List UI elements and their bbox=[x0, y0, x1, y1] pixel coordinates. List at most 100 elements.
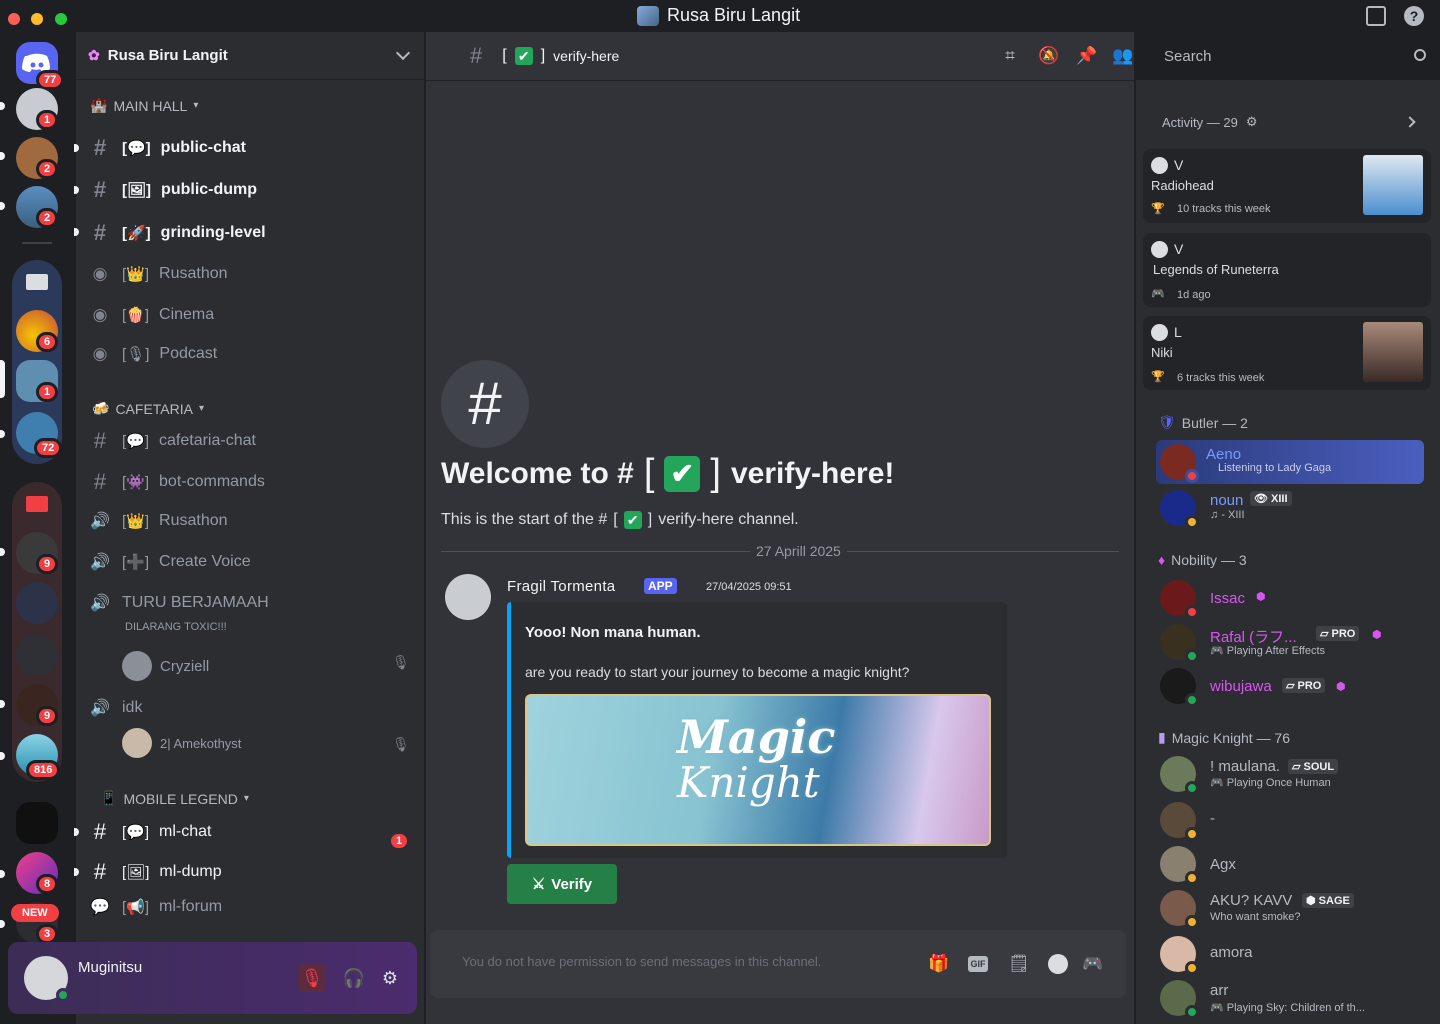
activity-card[interactable]: L Niki 🏆 6 tracks this week bbox=[1143, 316, 1431, 390]
activity-card[interactable]: V Radiohead 🏆 10 tracks this week bbox=[1143, 149, 1431, 223]
zoom-window-button[interactable] bbox=[55, 13, 67, 25]
server-avatar[interactable]: 2 bbox=[16, 186, 59, 228]
server-avatar[interactable]: 816 bbox=[16, 734, 61, 780]
composer-placeholder: You do not have permission to send messa… bbox=[462, 954, 822, 969]
message-timestamp: 27/04/2025 09:51 bbox=[706, 581, 792, 593]
category-mobile-legend[interactable]: 📱 MOBILE LEGEND ▾ bbox=[100, 790, 249, 807]
mute-microphone-button[interactable]: 🎙 bbox=[298, 964, 326, 992]
server-icon bbox=[637, 5, 659, 26]
channel-public-dump[interactable]: # [🖼] public-dump bbox=[88, 172, 418, 208]
chevron-down-icon[interactable] bbox=[395, 45, 411, 61]
member-arr[interactable]: arr 🎮 Playing Sky: Children of th... bbox=[1160, 976, 1432, 1020]
server-avatar[interactable]: 8 bbox=[16, 852, 59, 894]
idle-status-icon bbox=[1185, 515, 1199, 529]
dnd-status-icon bbox=[1185, 469, 1199, 483]
member-maulana[interactable]: ! maulana. ▱ SOUL 🎮 Playing Once Human bbox=[1160, 752, 1432, 796]
pin-icon[interactable]: 📌 bbox=[1076, 46, 1097, 66]
close-window-button[interactable] bbox=[8, 13, 20, 25]
server-avatar[interactable]: 9 bbox=[16, 684, 59, 726]
member-akukavv[interactable]: AKU? KAVV ⬢ SAGE Who want smoke? bbox=[1160, 886, 1432, 930]
member-agx[interactable]: Agx bbox=[1160, 842, 1432, 886]
window-title: Rusa Biru Langit bbox=[637, 5, 800, 26]
diamond-icon: ♦ bbox=[1158, 552, 1166, 568]
member-list-icon[interactable]: 👥 bbox=[1112, 46, 1133, 66]
home-button[interactable]: 77 bbox=[16, 42, 65, 90]
online-status-icon bbox=[1185, 781, 1199, 795]
channel-cafetaria-chat[interactable]: # [💬] cafetaria-chat bbox=[88, 423, 418, 459]
channel-create-voice[interactable]: 🔊 [➕] Create Voice bbox=[88, 544, 418, 580]
server-avatar[interactable]: 9 bbox=[16, 532, 59, 574]
username[interactable]: Muginitsu bbox=[78, 959, 142, 976]
gear-icon[interactable]: ⚙ bbox=[1246, 114, 1258, 130]
gif-icon[interactable]: GIF bbox=[968, 956, 988, 972]
server-avatar[interactable]: 2 bbox=[16, 137, 59, 179]
voice-user[interactable]: Cryziell bbox=[122, 651, 209, 681]
member-rafal[interactable]: Rafal (ラフ... ▱ PRO ⬢ 🎮 Playing After Eff… bbox=[1160, 620, 1432, 664]
member-noun[interactable]: noun 👁 XIII ♫ - XIII bbox=[1160, 486, 1432, 530]
unread-indicator bbox=[74, 186, 79, 194]
forum-icon: 💬 bbox=[90, 899, 110, 916]
category-cafetaria[interactable]: 🍻 CAFETARIA ▾ bbox=[92, 400, 204, 417]
text-channel-icon: # bbox=[93, 859, 107, 884]
inbox-icon[interactable] bbox=[1366, 6, 1386, 26]
emoji-icon[interactable] bbox=[1048, 954, 1068, 974]
speaker-icon: 🔊 bbox=[90, 595, 110, 612]
chevron-right-icon[interactable] bbox=[1404, 116, 1416, 128]
server-avatar[interactable]: 1 bbox=[16, 360, 59, 402]
member-amora[interactable]: amora bbox=[1160, 932, 1432, 976]
voice-user[interactable]: 2| Amekothyst bbox=[122, 728, 241, 758]
channel-turu-berjamaah[interactable]: 🔊 TURU BERJAMAAH bbox=[88, 585, 418, 621]
activity-card[interactable]: V Legends of Runeterra 🎮 1d ago bbox=[1143, 233, 1431, 307]
server-header[interactable]: ✿ Rusa Biru Langit bbox=[76, 32, 424, 80]
gift-icon[interactable]: 🎁 bbox=[928, 954, 949, 974]
channel-idk[interactable]: 🔊 idk bbox=[88, 690, 418, 726]
channel-bot-commands[interactable]: # [👾] bot-commands bbox=[88, 464, 418, 500]
channel-rusathon-stage[interactable]: ◉ [👑] Rusathon bbox=[88, 256, 418, 292]
threads-icon[interactable]: ⌗ bbox=[1000, 46, 1020, 66]
channel-ml-forum[interactable]: 💬 [📢] ml-forum bbox=[88, 889, 418, 925]
chat-area: # [ ✔ ] verify-here ⌗ 🔕 📌 👥 Search # Wel… bbox=[426, 32, 1440, 1024]
member-list: Activity — 29 ⚙ V Radiohead 🏆 10 tracks … bbox=[1136, 80, 1440, 1024]
search-icon bbox=[1414, 49, 1426, 61]
message-author[interactable]: Fragil Tormenta bbox=[507, 578, 615, 595]
mention-badge: 2 bbox=[36, 208, 59, 228]
unread-indicator bbox=[0, 430, 5, 438]
clan-tag: ⬢ SAGE bbox=[1302, 893, 1354, 908]
channel-public-chat[interactable]: # [💬] public-chat bbox=[88, 130, 418, 166]
help-icon[interactable]: ? bbox=[1404, 6, 1424, 26]
avatar[interactable] bbox=[445, 574, 491, 620]
game-controller-icon[interactable]: 🎮 bbox=[1082, 954, 1103, 974]
idle-status-icon bbox=[1185, 961, 1199, 975]
headphones-button[interactable]: 🎧 bbox=[340, 964, 368, 992]
minimize-window-button[interactable] bbox=[31, 13, 43, 25]
channel-podcast[interactable]: ◉ [🎙] Podcast bbox=[88, 336, 418, 372]
channel-rusathon-voice[interactable]: 🔊 [👑] Rusathon bbox=[88, 503, 418, 539]
embed-image[interactable]: Magic Knight bbox=[525, 694, 991, 846]
plus-emoji-icon: [➕] bbox=[122, 554, 150, 571]
category-main-hall[interactable]: 🏰 MAIN HALL ▾ bbox=[90, 97, 198, 114]
channel-cinema[interactable]: ◉ [🍿] Cinema bbox=[88, 297, 418, 333]
channel-ml-chat[interactable]: # [💬] ml-chat bbox=[88, 814, 418, 850]
online-status-icon bbox=[56, 988, 70, 1002]
checkmark-emoji-icon: ✔ bbox=[664, 455, 701, 492]
member-issac[interactable]: Issac ⬢ bbox=[1160, 576, 1432, 620]
verify-button[interactable]: ⚔ Verify bbox=[507, 864, 617, 904]
channel-grinding-level[interactable]: # [🚀] grinding-level bbox=[88, 215, 418, 251]
avatar[interactable] bbox=[24, 956, 70, 1002]
server-avatar[interactable]: 1 bbox=[16, 88, 59, 130]
member-wibujawa[interactable]: wibujawa ▱ PRO ⬢ bbox=[1160, 664, 1432, 708]
server-avatar[interactable]: 6 bbox=[16, 310, 59, 352]
mention-badge: 1 bbox=[36, 110, 59, 130]
server-avatar[interactable]: 72 bbox=[16, 412, 63, 458]
sticker-icon[interactable]: 🗒 bbox=[1008, 954, 1030, 974]
notification-bell-icon[interactable]: 🔕 bbox=[1038, 46, 1059, 66]
settings-button[interactable]: ⚙ bbox=[376, 964, 404, 992]
booster-icon: ⬢ bbox=[1256, 591, 1266, 603]
server-avatar[interactable] bbox=[16, 582, 58, 624]
member-aeno[interactable]: Aeno Listening to Lady Gaga bbox=[1156, 440, 1424, 484]
server-avatar[interactable] bbox=[16, 802, 58, 844]
search-input[interactable]: Search bbox=[1156, 40, 1436, 72]
channel-ml-dump[interactable]: # [🖼] ml-dump bbox=[88, 854, 418, 890]
member-dash[interactable]: - bbox=[1160, 798, 1432, 842]
server-avatar[interactable] bbox=[16, 634, 58, 676]
